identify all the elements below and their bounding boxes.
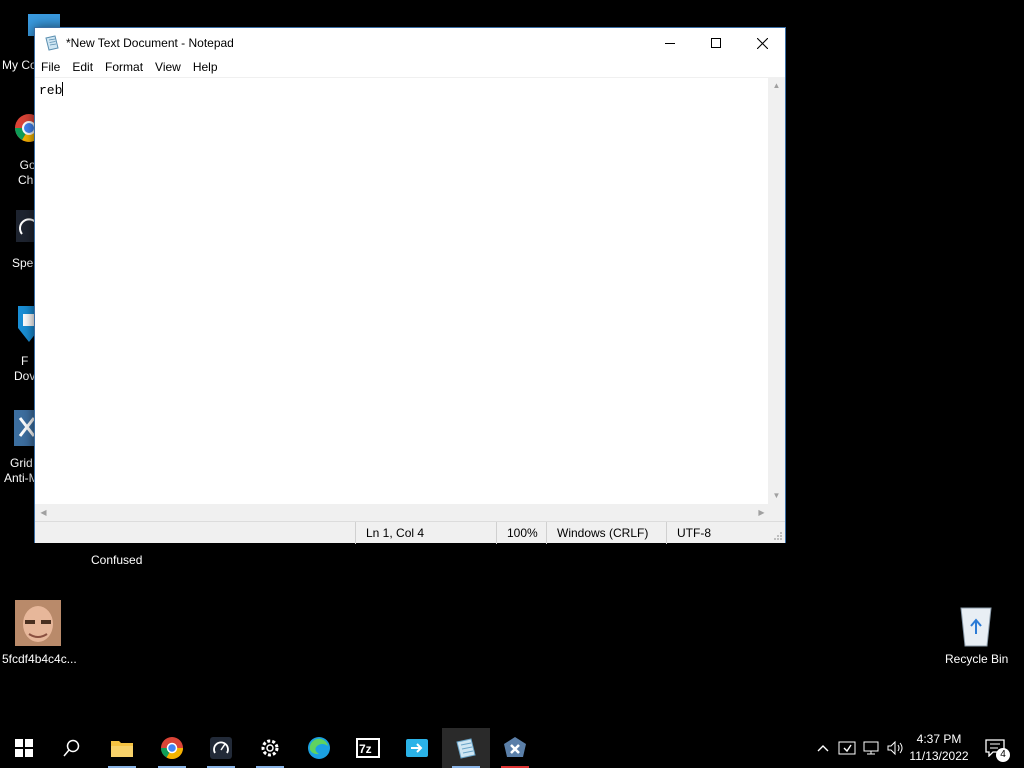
clock-time: 4:37 PM: [916, 732, 962, 746]
taskbar-edge[interactable]: [295, 728, 343, 768]
menu-view[interactable]: View: [149, 58, 187, 77]
photo-thumbnail-icon: [15, 600, 61, 646]
text-editor[interactable]: reb: [35, 77, 770, 504]
resize-grip-icon[interactable]: [773, 531, 783, 541]
start-icon: [15, 739, 33, 757]
menu-bar: File Edit Format View Help: [35, 58, 785, 77]
desktop-icon-image-file[interactable]: 5fcdf4b4c4c...: [2, 600, 78, 668]
speedometer-icon: [210, 737, 232, 759]
notification-count-badge: 4: [996, 748, 1010, 762]
volume-icon: [887, 740, 903, 756]
desktop-icon-confused[interactable]: Confused: [90, 545, 150, 569]
scroll-down-icon[interactable]: ▼: [768, 487, 785, 504]
security-shield-icon: [838, 741, 856, 755]
tray-network[interactable]: [860, 728, 882, 768]
scroll-left-icon[interactable]: ◀: [35, 504, 52, 521]
taskbar-settings[interactable]: [246, 728, 294, 768]
minimize-button[interactable]: [647, 28, 693, 58]
chrome-icon: [161, 737, 183, 759]
taskbar-gridinsoft[interactable]: [491, 728, 539, 768]
scroll-corner: [768, 504, 785, 521]
desktop-icon-label: Recycle Bin: [945, 652, 1009, 666]
status-cursor-position: Ln 1, Col 4: [355, 522, 496, 544]
desktop-icon-label: F Dov: [14, 354, 36, 383]
scroll-up-icon[interactable]: ▲: [768, 77, 785, 94]
search-icon: [63, 739, 80, 757]
start-button[interactable]: [0, 728, 48, 768]
window-controls: [647, 28, 785, 58]
svg-text:7z: 7z: [359, 742, 372, 756]
desktop-icon-label: Confused: [91, 553, 143, 567]
maximize-icon: [711, 38, 721, 48]
status-bar: Ln 1, Col 4 100% Windows (CRLF) UTF-8: [35, 521, 785, 544]
desktop-icon-label: 5fcdf4b4c4c...: [2, 652, 77, 666]
taskbar: 7z 4:37 PM 11/13/2022 4: [0, 728, 1024, 768]
status-line-ending: Windows (CRLF): [546, 522, 666, 544]
notepad-window: *New Text Document - Notepad File Edit F…: [34, 27, 786, 544]
tray-volume[interactable]: [884, 728, 906, 768]
taskbar-file-transfer[interactable]: [393, 728, 441, 768]
tray-show-hidden[interactable]: [814, 728, 832, 768]
chevron-up-icon: [817, 745, 829, 752]
gridinsoft-icon: [504, 737, 526, 757]
taskbar-notepad[interactable]: [442, 728, 490, 768]
vertical-scrollbar[interactable]: ▲ ▼: [768, 77, 785, 504]
taskbar-clock[interactable]: 4:37 PM 11/13/2022: [906, 728, 972, 768]
close-button[interactable]: [739, 28, 785, 58]
text-caret: [62, 82, 64, 96]
desktop-icon-label: Spe: [12, 256, 34, 270]
7zip-icon: 7z: [356, 738, 380, 758]
edge-icon: [308, 737, 330, 759]
desktop-icon-recycle-bin[interactable]: Recycle Bin: [942, 600, 1010, 668]
action-center-button[interactable]: 4: [978, 728, 1012, 768]
file-explorer-icon: [111, 741, 133, 757]
editor-content: reb: [39, 82, 64, 98]
menu-help[interactable]: Help: [187, 58, 224, 77]
minimize-icon: [665, 43, 675, 44]
notepad-icon: [456, 738, 476, 759]
status-zoom: 100%: [496, 522, 546, 544]
menu-file[interactable]: File: [35, 58, 66, 77]
title-bar[interactable]: *New Text Document - Notepad: [35, 28, 785, 58]
search-button[interactable]: [48, 728, 96, 768]
maximize-button[interactable]: [693, 28, 739, 58]
menu-edit[interactable]: Edit: [66, 58, 99, 77]
file-transfer-icon: [406, 739, 428, 757]
desktop-icon-label: My Co: [2, 58, 37, 72]
taskbar-7zip[interactable]: 7z: [344, 728, 392, 768]
recycle-bin-icon: [960, 607, 992, 647]
window-title: *New Text Document - Notepad: [66, 36, 234, 50]
close-icon: [756, 37, 768, 49]
network-icon: [863, 741, 879, 755]
taskbar-file-explorer[interactable]: [98, 728, 146, 768]
clock-date: 11/13/2022: [909, 749, 969, 763]
taskbar-speedometer[interactable]: [197, 728, 245, 768]
settings-icon: [261, 739, 279, 757]
status-encoding: UTF-8: [666, 522, 785, 544]
taskbar-chrome[interactable]: [148, 728, 196, 768]
menu-format[interactable]: Format: [99, 58, 149, 77]
notepad-icon: [45, 35, 59, 51]
horizontal-scrollbar[interactable]: ◀ ▶: [35, 504, 770, 521]
editor-text: reb: [39, 83, 63, 98]
tray-security[interactable]: [836, 728, 858, 768]
